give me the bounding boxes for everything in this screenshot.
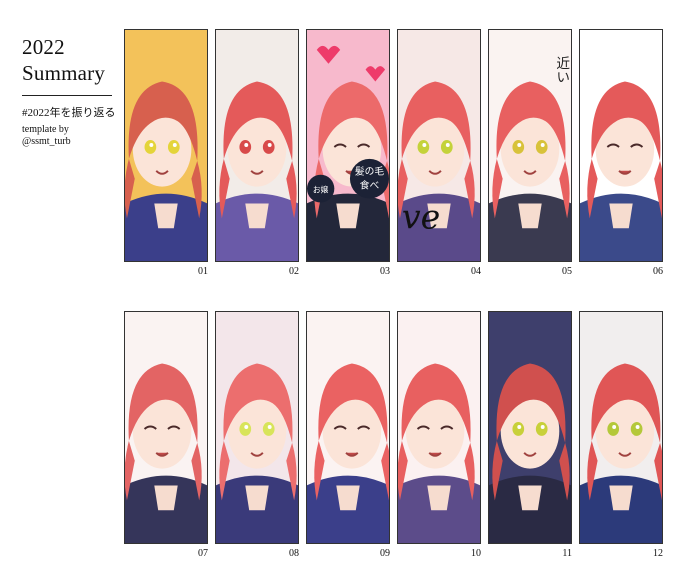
- panel-number-11: 11: [562, 548, 572, 559]
- artwork-panel-05: 近い: [488, 29, 572, 262]
- template-author: @ssmt_turb: [22, 136, 71, 147]
- panel-number-12: 12: [653, 548, 663, 559]
- title-word: Summary: [22, 61, 106, 85]
- panel-number-01: 01: [198, 266, 208, 277]
- summary-title: 2022 Summary: [22, 34, 122, 86]
- panel-number-05: 05: [562, 266, 572, 277]
- artwork-panel-01: [124, 29, 208, 262]
- artwork-illustration: [489, 312, 571, 543]
- artwork-illustration: 髪の毛 食べ お嬢: [307, 30, 389, 261]
- artwork-panel-04: ve: [397, 29, 481, 262]
- panel-number-04: 04: [471, 266, 481, 277]
- artwork-illustration: [398, 312, 480, 543]
- artwork-illustration: [580, 312, 662, 543]
- artwork-panel-02: [215, 29, 299, 262]
- template-credit: template by @ssmt_turb: [22, 124, 71, 148]
- panel-number-07: 07: [198, 548, 208, 559]
- fan-text-2: 食べ: [360, 179, 380, 192]
- artwork-panel-08: [215, 311, 299, 544]
- artwork-panel-10: [397, 311, 481, 544]
- panel-text: 近い: [553, 56, 570, 84]
- artwork-illustration: [125, 30, 207, 261]
- panel-number-08: 08: [289, 548, 299, 559]
- title-year: 2022: [22, 35, 65, 59]
- panel-number-02: 02: [289, 266, 299, 277]
- panel-number-06: 06: [653, 266, 663, 277]
- artwork-panel-06: [579, 29, 663, 262]
- fan-text-3: お嬢: [313, 185, 329, 195]
- artwork-illustration: 近い: [489, 30, 571, 261]
- artwork-illustration: ve: [398, 30, 480, 261]
- fan-text: 髪の毛: [355, 166, 384, 178]
- artwork-panel-03: 髪の毛 食べ お嬢: [306, 29, 390, 262]
- panel-number-10: 10: [471, 548, 481, 559]
- artwork-panel-07: [124, 311, 208, 544]
- hashtag-text: #2022年を振り返る: [22, 107, 116, 119]
- artwork-illustration: [125, 312, 207, 543]
- title-divider: [22, 95, 112, 96]
- script-text: ve: [402, 197, 440, 236]
- artwork-illustration: [216, 312, 298, 543]
- artwork-panel-12: [579, 311, 663, 544]
- artwork-panel-11: [488, 311, 572, 544]
- artwork-panel-09: [306, 311, 390, 544]
- template-by-label: template by: [22, 124, 69, 135]
- panel-number-03: 03: [380, 266, 390, 277]
- artwork-illustration: [307, 312, 389, 543]
- panel-number-09: 09: [380, 548, 390, 559]
- artwork-illustration: [216, 30, 298, 261]
- artwork-illustration: [580, 30, 662, 261]
